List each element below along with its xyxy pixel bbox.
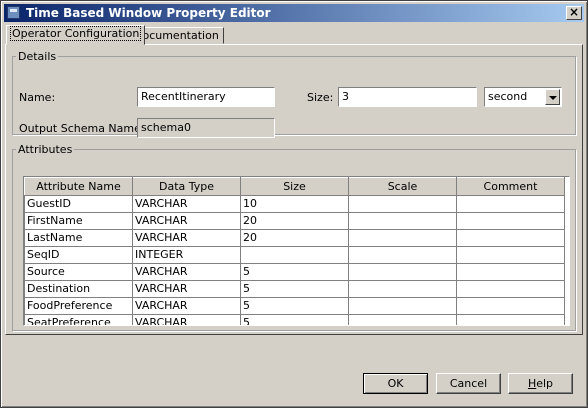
table-cell[interactable]: 5 — [240, 314, 349, 325]
table-cell[interactable] — [456, 314, 565, 325]
table-row[interactable]: GuestID VARCHAR 10 — [24, 195, 565, 213]
table-row[interactable]: FirstName VARCHAR 20 — [24, 212, 565, 230]
table-cell[interactable] — [348, 195, 457, 213]
cancel-button[interactable]: Cancel — [436, 373, 501, 394]
table-cell[interactable]: 5 — [240, 280, 349, 298]
output-schema-label: Output Schema Name: — [19, 122, 145, 135]
attributes-table: Attribute Name Data Type Size Scale Comm… — [24, 177, 565, 325]
attributes-group: Attributes Attribute Name Data Type Size… — [12, 143, 576, 331]
time-unit-value: second — [488, 90, 528, 103]
tab-documentation-label: Documentation — [134, 29, 219, 42]
title-bar[interactable]: Time Based Window Property Editor × — [4, 4, 584, 22]
table-cell[interactable] — [456, 246, 565, 264]
ok-button[interactable]: OK — [363, 373, 428, 394]
table-cell[interactable]: INTEGER — [132, 246, 241, 264]
table-cell[interactable]: SeatPreference — [24, 314, 133, 325]
table-cell[interactable] — [240, 246, 349, 264]
column-header-size[interactable]: Size — [240, 177, 349, 196]
attributes-table-container: Attribute Name Data Type Size Scale Comm… — [23, 176, 570, 326]
name-input[interactable]: RecentItinerary — [137, 87, 275, 107]
column-header-comment[interactable]: Comment — [456, 177, 565, 196]
table-cell[interactable]: SeqID — [24, 246, 133, 264]
table-cell[interactable]: VARCHAR — [132, 195, 241, 213]
output-schema-field: schema0 — [137, 118, 275, 138]
table-cell[interactable]: Source — [24, 263, 133, 281]
table-cell[interactable]: VARCHAR — [132, 229, 241, 247]
window-title: Time Based Window Property Editor — [26, 6, 271, 20]
table-cell[interactable]: VARCHAR — [132, 314, 241, 325]
tab-operator-configuration-label: Operator Configuration — [9, 26, 142, 41]
table-cell[interactable]: VARCHAR — [132, 212, 241, 230]
name-label: Name: — [19, 91, 56, 104]
table-cell[interactable]: 20 — [240, 212, 349, 230]
table-cell[interactable] — [456, 263, 565, 281]
operator-configuration-panel: Details Name: RecentItinerary Size: 3 se… — [5, 44, 583, 335]
table-cell[interactable]: 20 — [240, 229, 349, 247]
table-cell[interactable]: FirstName — [24, 212, 133, 230]
table-cell[interactable] — [456, 229, 565, 247]
window-icon — [7, 6, 20, 19]
size-label: Size: — [307, 91, 334, 104]
table-row[interactable]: Source VARCHAR 5 — [24, 263, 565, 281]
column-header-scale[interactable]: Scale — [348, 177, 457, 196]
column-header-attribute-name[interactable]: Attribute Name — [24, 177, 133, 196]
size-input[interactable]: 3 — [338, 87, 477, 107]
attributes-header-row: Attribute Name Data Type Size Scale Comm… — [24, 177, 565, 196]
details-group: Details Name: RecentItinerary Size: 3 se… — [12, 50, 576, 138]
close-button[interactable]: × — [566, 6, 582, 20]
table-row[interactable]: SeqID INTEGER — [24, 246, 565, 264]
table-cell[interactable] — [456, 297, 565, 315]
table-row[interactable]: SeatPreference VARCHAR 5 — [24, 314, 565, 325]
attributes-table-body: GuestID VARCHAR 10 FirstName VARCHAR 20 LastNa… — [24, 195, 565, 325]
time-unit-select[interactable]: second — [484, 87, 562, 107]
table-cell[interactable] — [348, 246, 457, 264]
table-cell[interactable] — [348, 229, 457, 247]
table-cell[interactable] — [456, 212, 565, 230]
details-legend: Details — [18, 50, 57, 63]
table-cell[interactable]: LastName — [24, 229, 133, 247]
table-row[interactable]: Destination VARCHAR 5 — [24, 280, 565, 298]
table-cell[interactable]: VARCHAR — [132, 280, 241, 298]
help-mnemonic: H — [527, 377, 537, 390]
table-cell[interactable] — [348, 263, 457, 281]
table-cell[interactable]: VARCHAR — [132, 297, 241, 315]
attributes-legend: Attributes — [18, 143, 73, 156]
column-header-data-type[interactable]: Data Type — [132, 177, 241, 196]
help-label-rest: elp — [536, 377, 554, 390]
chevron-down-icon[interactable] — [545, 89, 560, 105]
table-cell[interactable]: 5 — [240, 263, 349, 281]
table-cell[interactable]: Destination — [24, 280, 133, 298]
table-cell[interactable]: 5 — [240, 297, 349, 315]
table-cell[interactable] — [348, 314, 457, 325]
table-cell[interactable] — [456, 280, 565, 298]
tab-operator-configuration[interactable]: Operator Configuration — [6, 25, 146, 45]
help-button[interactable]: Help — [508, 373, 573, 394]
property-editor-window: Time Based Window Property Editor × Oper… — [0, 0, 588, 408]
table-cell[interactable]: 10 — [240, 195, 349, 213]
table-cell[interactable]: VARCHAR — [132, 263, 241, 281]
table-cell[interactable] — [348, 297, 457, 315]
table-row[interactable]: FoodPreference VARCHAR 5 — [24, 297, 565, 315]
table-cell[interactable]: FoodPreference — [24, 297, 133, 315]
table-cell[interactable] — [456, 195, 565, 213]
table-cell[interactable] — [348, 212, 457, 230]
table-row[interactable]: LastName VARCHAR 20 — [24, 229, 565, 247]
table-cell[interactable]: GuestID — [24, 195, 133, 213]
table-cell[interactable] — [348, 280, 457, 298]
